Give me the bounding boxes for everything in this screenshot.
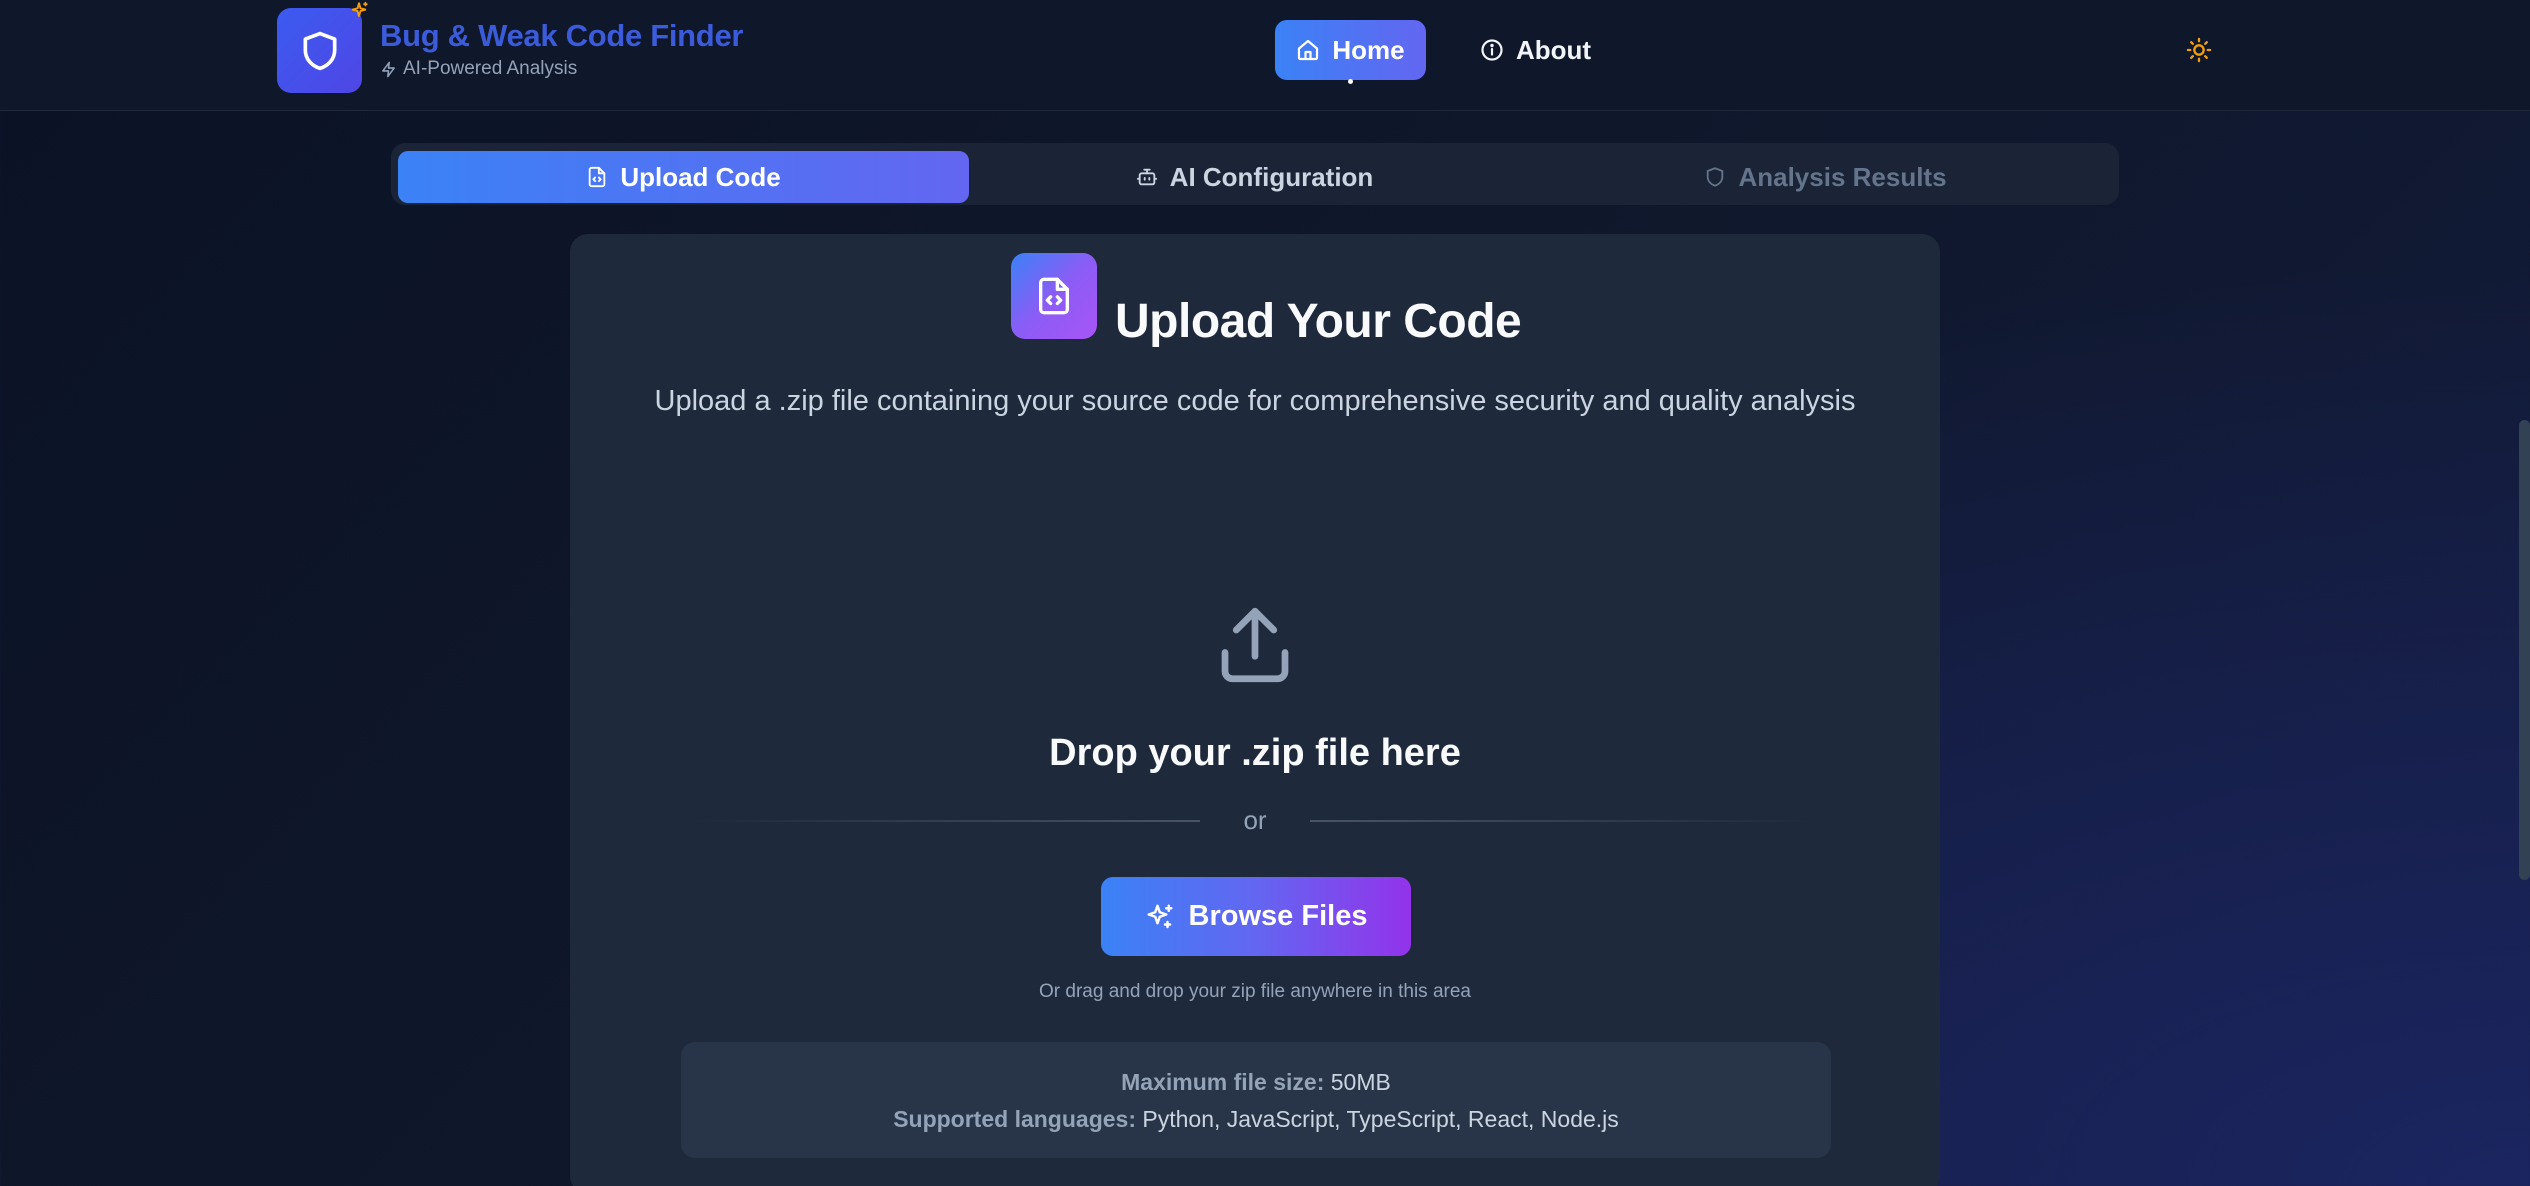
- file-code-icon: [1039, 277, 1069, 315]
- brand-title[interactable]: Bug & Weak Code Finder: [380, 18, 743, 54]
- drop-title: Drop your .zip file here: [1049, 732, 1461, 774]
- max-file-size-value: 50MB: [1330, 1069, 1391, 1095]
- nav-home-label: Home: [1332, 34, 1405, 65]
- browse-files-label: Browse Files: [1188, 900, 1368, 932]
- divider-right: [1310, 820, 1820, 822]
- tab-ai-label: AI Configuration: [1169, 161, 1374, 192]
- shield-icon: [1707, 167, 1724, 187]
- tab-upload-code[interactable]: Upload Code: [398, 151, 969, 203]
- supported-languages-value: Python, JavaScript, TypeScript, React, N…: [1142, 1106, 1619, 1132]
- home-icon: [1298, 39, 1319, 61]
- tab-ai-configuration[interactable]: AI Configuration: [969, 151, 1540, 203]
- shield-icon: [303, 31, 336, 70]
- upload-icon: [1221, 607, 1289, 683]
- or-separator: or: [1243, 805, 1267, 835]
- sun-icon[interactable]: [2185, 36, 2213, 64]
- drag-hint: Or drag and drop your zip file anywhere …: [1039, 981, 1471, 1002]
- nav-about-label: About: [1516, 34, 1592, 65]
- upload-description: Upload a .zip file containing your sourc…: [654, 385, 1856, 417]
- bot-icon: [1136, 168, 1157, 186]
- code-file-badge: [1011, 253, 1097, 339]
- supported-languages-label: Supported languages:: [893, 1106, 1136, 1132]
- supported-languages-line: Supported languages: Python, JavaScript,…: [681, 1106, 1831, 1133]
- step-tabs: Upload Code AI Configuration Analysis Re…: [391, 143, 2119, 205]
- tab-upload-label: Upload Code: [620, 161, 781, 192]
- page-scrollbar[interactable]: [2519, 420, 2530, 880]
- top-nav: Bug & Weak Code Finder AI-Powered Analys…: [0, 0, 2530, 111]
- nav-home-button[interactable]: Home: [1275, 20, 1426, 80]
- brand-subtitle: AI-Powered Analysis: [380, 58, 577, 80]
- max-file-size-line: Maximum file size: 50MB: [681, 1069, 1831, 1096]
- file-code-icon: [589, 166, 606, 188]
- tab-results-label: Analysis Results: [1738, 161, 1947, 192]
- page-title: Upload Your Code: [1115, 295, 1522, 348]
- lightning-icon: [382, 61, 395, 77]
- brand-subtitle-text: AI-Powered Analysis: [403, 58, 578, 79]
- nav-about-button[interactable]: About: [1480, 20, 1591, 80]
- sparkles-icon: [1147, 904, 1173, 928]
- browse-files-button[interactable]: Browse Files: [1101, 877, 1411, 956]
- file-requirements-box: Maximum file size: 50MB Supported langua…: [681, 1042, 1831, 1158]
- info-icon: [1481, 39, 1503, 61]
- sparkles-icon: [351, 1, 368, 17]
- active-indicator: [1348, 79, 1353, 84]
- tab-analysis-results[interactable]: Analysis Results: [1540, 151, 2111, 203]
- max-file-size-label: Maximum file size:: [1121, 1069, 1325, 1095]
- divider-left: [690, 820, 1200, 822]
